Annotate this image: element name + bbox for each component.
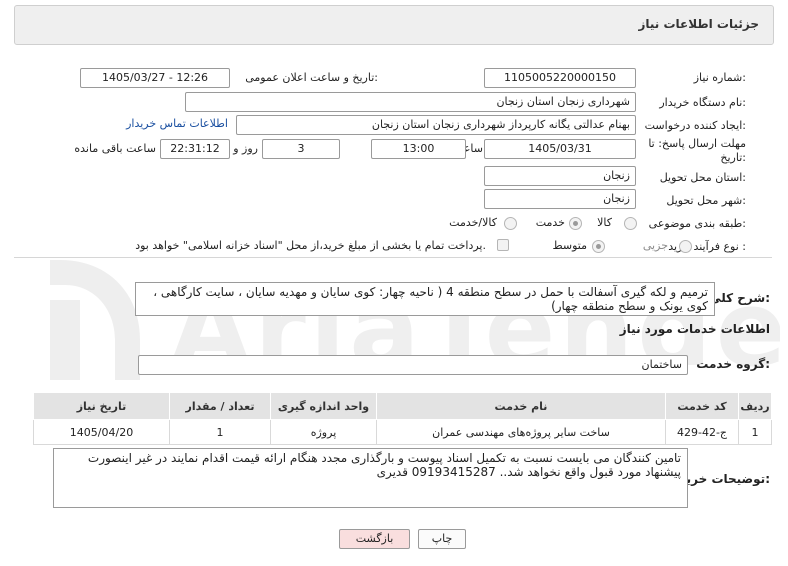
purchase-medium-radio[interactable] <box>592 240 605 253</box>
category-service-option: خدمت <box>535 216 565 229</box>
category-service-radio[interactable] <box>569 217 582 230</box>
time-remaining-label: ساعت باقی مانده <box>74 142 156 155</box>
table-header-row: ردیف کد خدمت نام خدمت واحد اندازه گیری ت… <box>33 392 772 420</box>
need-number-field[interactable]: 1105005220000150 <box>484 68 636 88</box>
category-goods-option: کالا <box>597 216 612 229</box>
city-label: شهر محل تحویل: <box>666 194 746 207</box>
services-section-title: اطلاعات خدمات مورد نیاز <box>619 322 770 336</box>
province-label: استان محل تحویل: <box>659 171 746 184</box>
category-both-option: کالا/خدمت <box>449 216 497 229</box>
purchase-minor-radio[interactable] <box>679 240 692 253</box>
announce-date-label: تاریخ و ساعت اعلان عمومی: <box>245 71 378 84</box>
category-goods-radio[interactable] <box>624 217 637 230</box>
creator-label: ایجاد کننده درخواست: <box>644 119 746 132</box>
cell-unit: پروژه <box>270 419 377 445</box>
creator-field[interactable]: بهنام عدالتی یگانه کارپرداز شهرداری زنجا… <box>236 115 636 135</box>
category-both-radio[interactable] <box>504 217 517 230</box>
province-field[interactable]: زنجان <box>484 166 636 186</box>
category-label: طبقه بندی موضوعی: <box>648 217 746 230</box>
section-divider <box>14 257 772 258</box>
panel-header: جزئیات اطلاعات نیاز <box>14 5 774 45</box>
cell-row: 1 <box>738 419 772 445</box>
cell-need-date: 1405/04/20 <box>33 419 170 445</box>
need-number-label: شماره نیاز: <box>693 71 746 84</box>
col-row: ردیف <box>738 392 772 420</box>
description-textarea[interactable]: ترمیم و لکه گیری آسفالت با حمل در سطح من… <box>135 282 715 316</box>
deadline-label: مهلت ارسال پاسخ: تا <box>648 137 746 150</box>
col-need-date: تاریخ نیاز <box>33 392 170 420</box>
back-button[interactable]: بازگشت <box>339 529 410 549</box>
cell-quantity: 1 <box>169 419 271 445</box>
cell-service-name: ساخت سایر پروژه‌های مهندسی عمران <box>376 419 666 445</box>
purchase-minor-option: جزیی <box>642 239 668 252</box>
treasury-checkbox[interactable] <box>497 239 509 251</box>
services-table: ردیف کد خدمت نام خدمت واحد اندازه گیری ت… <box>33 392 772 445</box>
service-group-label: گروه خدمت: <box>696 357 770 371</box>
col-quantity: تعداد / مقدار <box>169 392 271 420</box>
cell-service-code: ج-42-429 <box>665 419 739 445</box>
buyer-contact-link[interactable]: اطلاعات تماس خریدار <box>126 117 228 130</box>
deadline-date-label: تاریخ: <box>720 151 746 164</box>
buyer-org-label: نام دستگاه خریدار: <box>659 96 746 109</box>
city-field[interactable]: زنجان <box>484 189 636 209</box>
purchase-medium-option: متوسط <box>552 239 587 252</box>
announce-date-field[interactable]: 1405/03/27 - 12:26 <box>80 68 230 88</box>
panel-title: جزئیات اطلاعات نیاز <box>638 17 759 31</box>
buyer-notes-textarea[interactable]: تامین کنندگان می بایست نسبت به تکمیل اسن… <box>53 448 688 508</box>
col-unit: واحد اندازه گیری <box>270 392 377 420</box>
buyer-org-field[interactable]: شهرداری زنجان استان زنجان <box>185 92 636 112</box>
col-service-code: کد خدمت <box>665 392 739 420</box>
table-row[interactable]: 1 ج-42-429 ساخت سایر پروژه‌های مهندسی عم… <box>33 419 772 445</box>
days-label: روز و <box>233 142 258 155</box>
deadline-date-field[interactable]: 1405/03/31 <box>484 139 636 159</box>
days-remaining-field[interactable]: 3 <box>262 139 340 159</box>
time-remaining-field[interactable]: 22:31:12 <box>160 139 230 159</box>
print-button[interactable]: چاپ <box>418 529 466 549</box>
deadline-time-field[interactable]: 13:00 <box>371 139 466 159</box>
treasury-note: پرداخت تمام یا بخشی از مبلغ خرید،از محل … <box>135 239 486 252</box>
col-service-name: نام خدمت <box>376 392 666 420</box>
service-group-field[interactable]: ساختمان <box>138 355 688 375</box>
